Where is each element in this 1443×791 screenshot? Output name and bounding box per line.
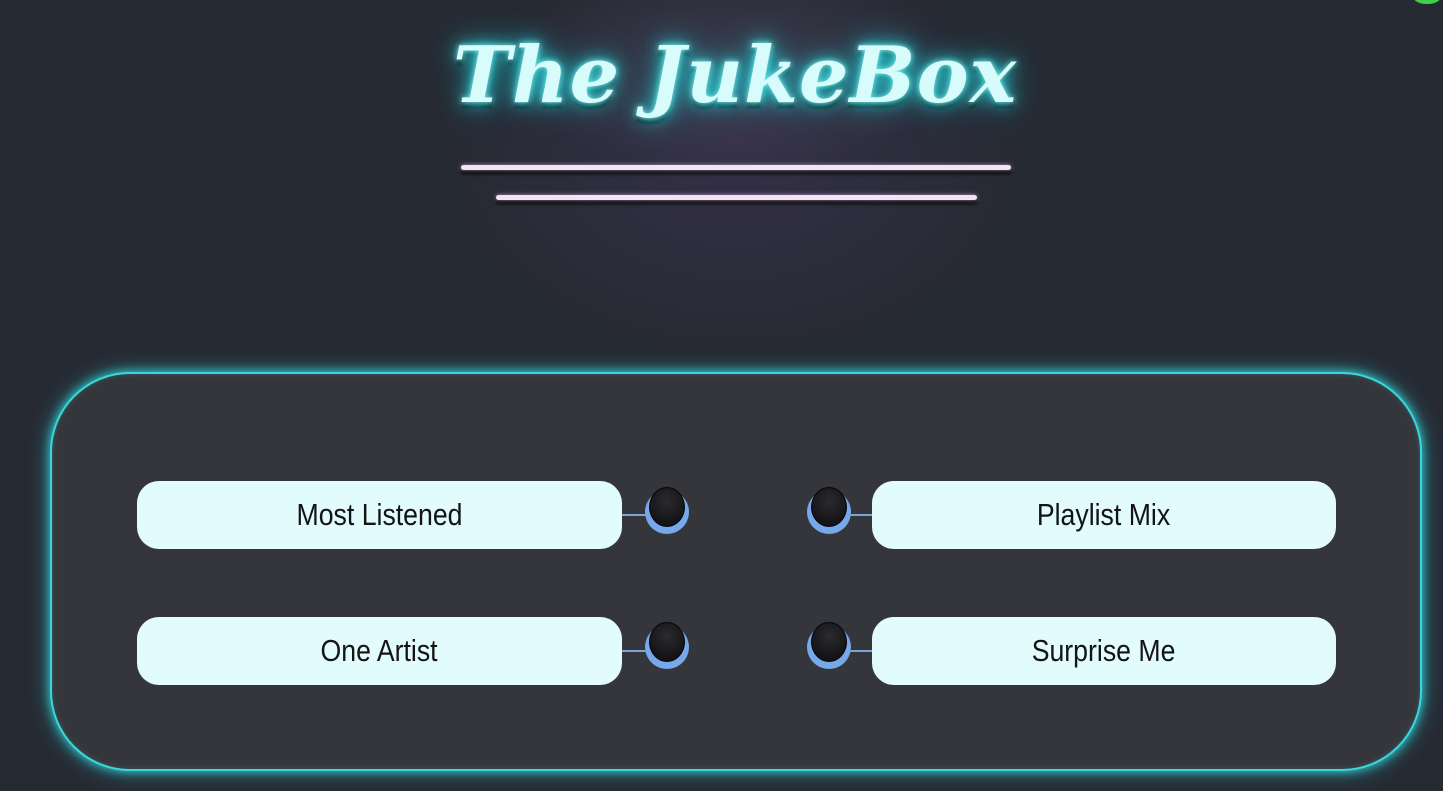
playlist-mix-button[interactable]: Playlist Mix: [872, 481, 1336, 549]
title-underline-bottom: [496, 195, 977, 200]
one-artist-connector: [622, 650, 648, 652]
jukebox-page: The JukeBox Most Listened One Artist Pla…: [0, 0, 1443, 791]
most-listened-label: Most Listened: [296, 497, 463, 532]
most-listened-connector: [622, 514, 648, 516]
playlist-mix-label: Playlist Mix: [1037, 497, 1171, 532]
most-listened-button[interactable]: Most Listened: [137, 481, 622, 549]
title-underline-top: [461, 165, 1011, 170]
one-artist-toggle-knob-icon[interactable]: [645, 622, 689, 669]
surprise-me-button[interactable]: Surprise Me: [872, 617, 1336, 685]
most-listened-toggle-knob-icon[interactable]: [645, 487, 689, 534]
one-artist-button[interactable]: One Artist: [137, 617, 622, 685]
options-panel: [50, 372, 1422, 771]
playlist-mix-connector: [848, 514, 874, 516]
surprise-me-toggle-knob-icon[interactable]: [807, 622, 851, 669]
page-title: The JukeBox: [452, 30, 1018, 121]
surprise-me-label: Surprise Me: [1032, 633, 1176, 668]
one-artist-label: One Artist: [320, 633, 439, 668]
surprise-me-connector: [848, 650, 874, 652]
playlist-mix-toggle-knob-icon[interactable]: [807, 487, 851, 534]
status-indicator-icon: [1409, 0, 1443, 4]
